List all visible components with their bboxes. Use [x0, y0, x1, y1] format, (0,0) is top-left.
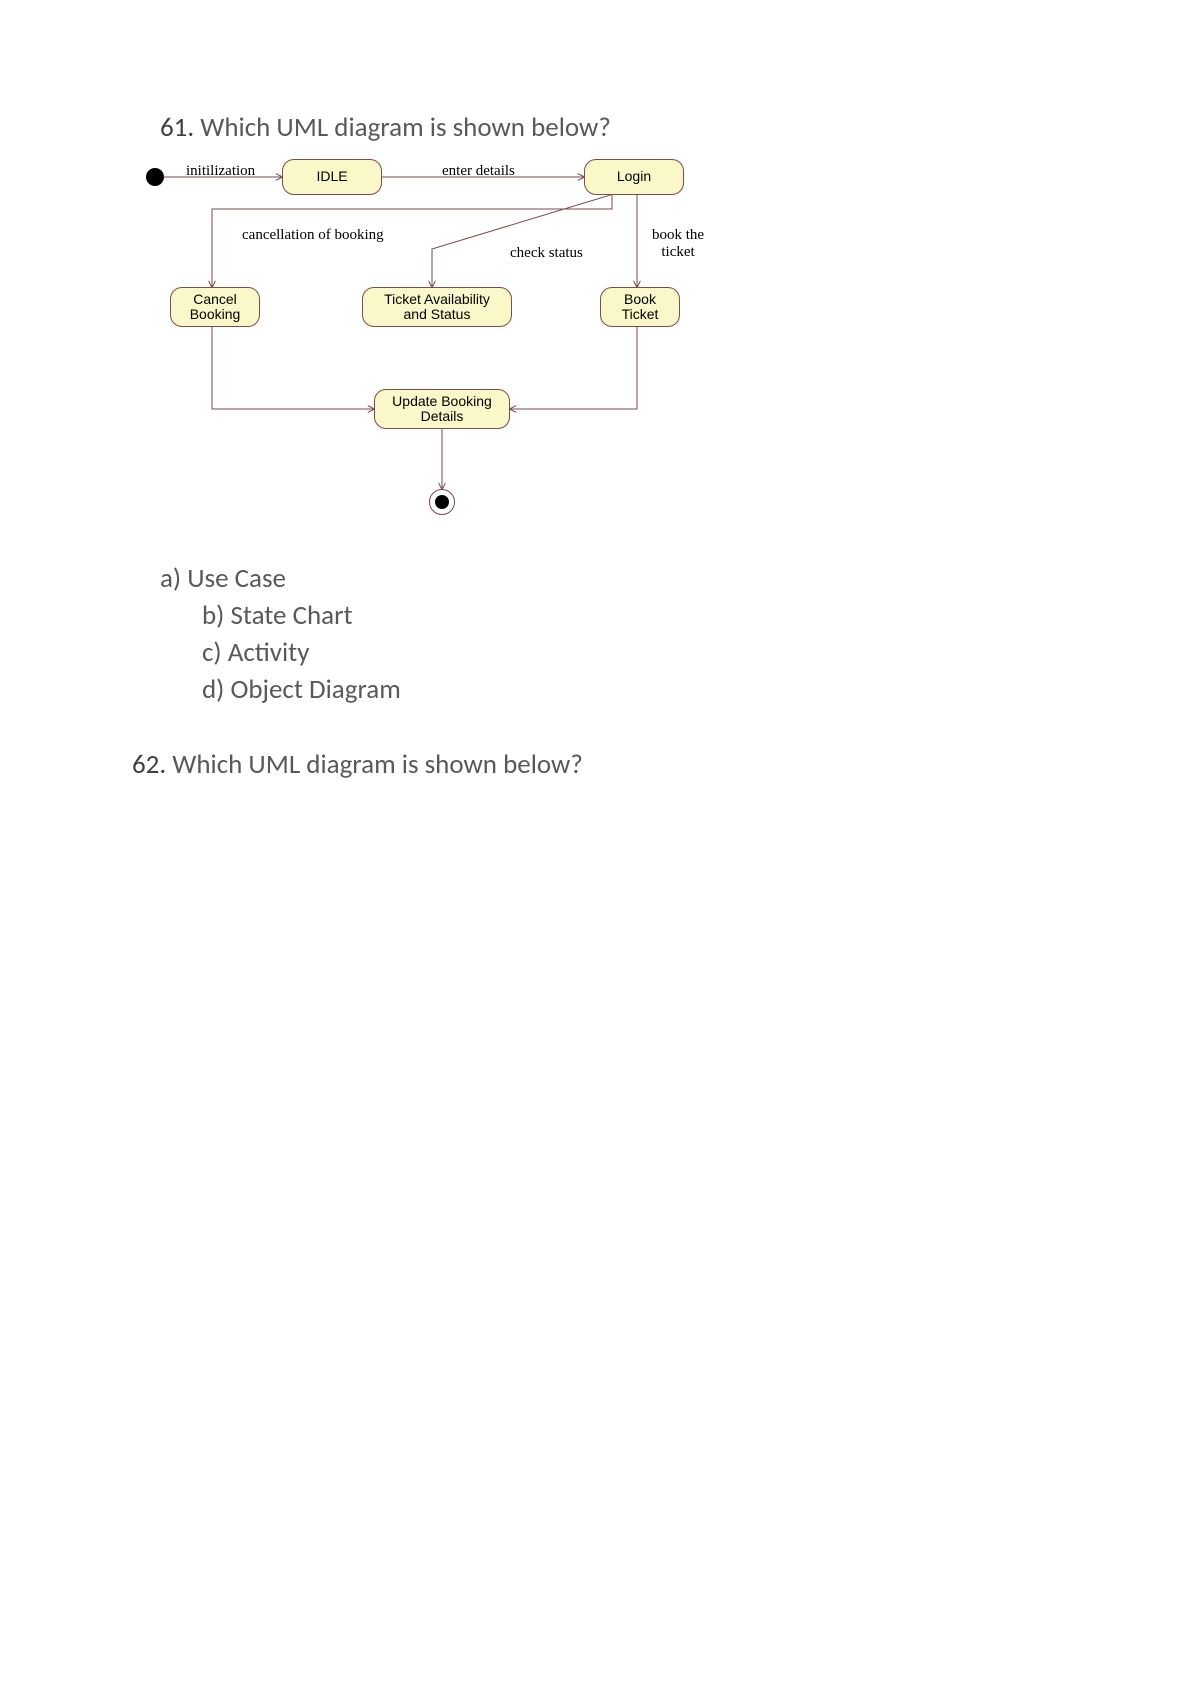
question-62-text: Which UML diagram is shown below?	[172, 748, 583, 781]
edge-label-book-the-ticket: book the ticket	[652, 227, 704, 260]
state-cancel-booking: Cancel Booking	[170, 287, 260, 327]
option-c-text: c) Activity	[202, 636, 309, 669]
state-login-label: Login	[617, 169, 651, 184]
state-book-label: Book Ticket	[622, 292, 659, 323]
question-61-number: 61.	[160, 111, 194, 144]
state-login: Login	[584, 159, 684, 195]
initial-state-icon	[146, 168, 164, 186]
state-idle-label: IDLE	[316, 169, 347, 184]
question-62: 62. Which UML diagram is shown below?	[132, 747, 1070, 782]
state-avail-label: Ticket Availability and Status	[384, 292, 490, 323]
state-ticket-availability: Ticket Availability and Status	[362, 287, 512, 327]
state-cancel-label: Cancel Booking	[190, 292, 241, 323]
state-update-label: Update Booking Details	[392, 394, 492, 425]
option-a-text: a) Use Case	[160, 562, 286, 595]
option-a: a) Use Case	[160, 561, 1070, 596]
edge-label-enter-details: enter details	[442, 163, 515, 180]
option-c: c) Activity	[202, 635, 1070, 670]
final-state-inner-icon	[435, 495, 449, 509]
question-61: 61. Which UML diagram is shown below?	[160, 110, 1070, 145]
state-idle: IDLE	[282, 159, 382, 195]
uml-diagram: IDLE Login Cancel Booking Ticket Availab…	[142, 149, 742, 549]
option-d: d) Object Diagram	[202, 672, 1070, 707]
question-62-number: 62.	[132, 748, 166, 781]
option-d-text: d) Object Diagram	[202, 673, 401, 706]
edge-label-check-status: check status	[510, 245, 583, 262]
final-state-icon	[429, 489, 455, 515]
state-book-ticket: Book Ticket	[600, 287, 680, 327]
edge-label-cancellation: cancellation of booking	[242, 227, 384, 244]
page: 61. Which UML diagram is shown below?	[0, 0, 1200, 1698]
edge-label-initialization: initilization	[186, 163, 255, 180]
question-61-text: Which UML diagram is shown below?	[200, 111, 611, 144]
state-update-booking: Update Booking Details	[374, 389, 510, 429]
option-b: b) State Chart	[202, 598, 1070, 633]
option-b-text: b) State Chart	[202, 599, 353, 632]
